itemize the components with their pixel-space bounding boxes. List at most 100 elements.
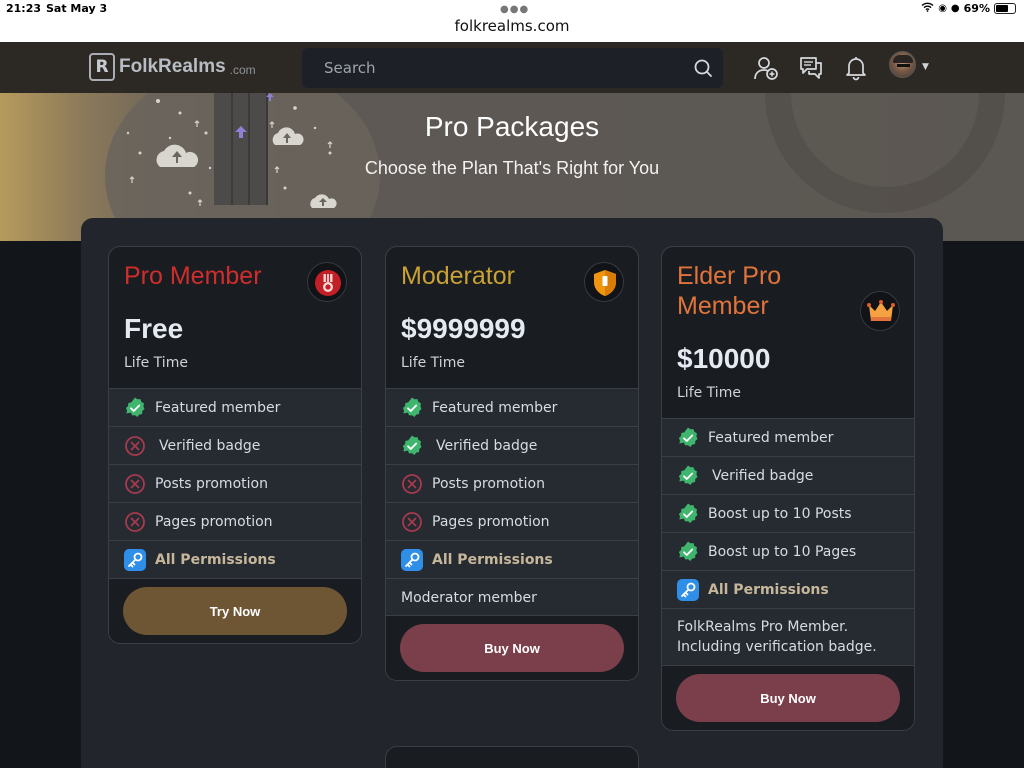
ios-status-bar: 21:23 Sat May 3 ●●● folkrealms.com ◉ ● 6… <box>0 0 1024 42</box>
status-right: ◉ ● 69% <box>921 2 1016 15</box>
logo-tld: .com <box>229 62 256 77</box>
plan-header: Pro Member Free Life Time <box>109 247 361 371</box>
plan-card-partial <box>385 746 639 768</box>
shield-icon <box>584 262 624 302</box>
buy-now-button[interactable]: Buy Now <box>676 674 900 722</box>
add-user-icon[interactable] <box>753 55 779 81</box>
feature-label: Boost up to 10 Pages <box>708 543 857 560</box>
button-area: Buy Now <box>386 615 638 680</box>
try-now-button[interactable]: Try Now <box>123 587 347 635</box>
server-tower-illustration <box>214 93 274 205</box>
medal-icon <box>307 262 347 302</box>
cross-badge-icon <box>402 511 422 532</box>
status-date: Sat May 3 <box>46 2 108 15</box>
key-icon <box>124 548 146 571</box>
feature-label: Posts promotion <box>432 475 545 492</box>
feature-label: Featured member <box>432 399 558 416</box>
logo-mark-icon: R <box>89 53 115 81</box>
chevron-down-icon[interactable]: ▼ <box>922 62 929 72</box>
upload-arrow-small-icon <box>266 93 274 101</box>
feature-label: Verified badge <box>436 437 538 454</box>
check-badge-icon <box>678 465 698 485</box>
check-badge-icon <box>678 427 698 447</box>
plan-name: Moderator <box>401 262 515 290</box>
plan-card-pro-member: Pro Member Free Life Time Featured membe… <box>108 246 362 644</box>
feature-row: Verified badge <box>109 426 361 464</box>
feature-label: Pages promotion <box>432 513 550 530</box>
cross-badge-icon <box>125 511 145 532</box>
key-icon <box>401 548 423 571</box>
plan-card-elder-pro-member: Elder Pro Member $10000 Life Time Featur… <box>661 246 915 731</box>
avatar-hat <box>893 55 913 63</box>
battery-fill <box>996 5 1009 12</box>
plan-header: Moderator $9999999 Life Time <box>386 247 638 371</box>
plan-card-moderator: Moderator $9999999 Life Time Featured me… <box>385 246 639 681</box>
plan-price: Free <box>124 313 184 344</box>
user-avatar[interactable] <box>889 51 916 78</box>
permissions-label: All Permissions <box>432 551 553 568</box>
key-icon <box>677 578 699 601</box>
search-icon[interactable] <box>693 58 713 78</box>
feature-label: Verified badge <box>159 437 261 454</box>
cross-badge-icon <box>402 473 422 494</box>
cross-badge-icon <box>125 473 145 494</box>
multitasking-dots-icon[interactable]: ●●● <box>500 4 529 15</box>
feature-label: Featured member <box>155 399 281 416</box>
feature-row: Featured member <box>662 418 914 456</box>
plan-period: Life Time <box>677 385 741 401</box>
top-navbar: R FolkRealms .com ▼ <box>0 42 1024 93</box>
feature-row: Featured member <box>386 388 638 426</box>
address-bar-url[interactable]: folkrealms.com <box>0 17 1024 35</box>
page-title: Pro Packages <box>424 111 600 142</box>
plan-price: $9999999 <box>401 313 526 344</box>
feature-label: Boost up to 10 Posts <box>708 505 852 522</box>
permissions-row: All Permissions <box>662 570 914 608</box>
logo-text: FolkRealms <box>119 56 226 77</box>
plan-note: Moderator member <box>386 578 638 615</box>
feature-row: Posts promotion <box>109 464 361 502</box>
messages-icon[interactable] <box>798 55 824 81</box>
crown-icon <box>860 291 900 331</box>
plan-name: Elder Pro Member <box>677 262 782 320</box>
battery-percent: 69% <box>963 2 990 15</box>
check-badge-icon <box>678 541 698 561</box>
button-area: Try Now <box>109 578 361 643</box>
feature-row: Pages promotion <box>386 502 638 540</box>
feature-label: Posts promotion <box>155 475 268 492</box>
feature-row: Boost up to 10 Pages <box>662 532 914 570</box>
button-area: Buy Now <box>662 665 914 730</box>
feature-label: Featured member <box>708 429 834 446</box>
check-badge-icon <box>678 503 698 523</box>
feature-row: Verified badge <box>662 456 914 494</box>
feature-label: Verified badge <box>712 467 814 484</box>
feature-row: Pages promotion <box>109 502 361 540</box>
permissions-label: All Permissions <box>155 551 276 568</box>
site-logo[interactable]: R FolkRealms .com <box>89 53 256 81</box>
plan-name: Pro Member <box>124 262 262 290</box>
battery-icon <box>994 3 1016 14</box>
buy-now-button[interactable]: Buy Now <box>400 624 624 672</box>
plan-period: Life Time <box>124 355 188 371</box>
permissions-label: All Permissions <box>708 581 829 598</box>
plan-price: $10000 <box>677 343 771 374</box>
search-box <box>302 48 723 88</box>
plan-period: Life Time <box>401 355 465 371</box>
plan-header: Elder Pro Member $10000 Life Time <box>662 247 914 401</box>
check-badge-icon <box>402 397 422 417</box>
location-icon: ◉ <box>938 3 947 14</box>
feature-row: Verified badge <box>386 426 638 464</box>
person-icon: ● <box>950 3 960 14</box>
permissions-row: All Permissions <box>386 540 638 578</box>
check-badge-icon <box>402 435 422 455</box>
feature-row: Boost up to 10 Posts <box>662 494 914 532</box>
feature-row: Posts promotion <box>386 464 638 502</box>
wifi-icon <box>921 2 934 15</box>
cross-badge-icon <box>125 435 145 456</box>
notifications-icon[interactable] <box>843 55 869 81</box>
check-badge-icon <box>125 397 145 417</box>
status-time: 21:23 <box>6 2 42 15</box>
search-input[interactable] <box>302 48 682 88</box>
plan-note: FolkRealms Pro Member. Including verific… <box>662 608 914 665</box>
permissions-row: All Permissions <box>109 540 361 578</box>
avatar-glasses <box>897 64 910 67</box>
